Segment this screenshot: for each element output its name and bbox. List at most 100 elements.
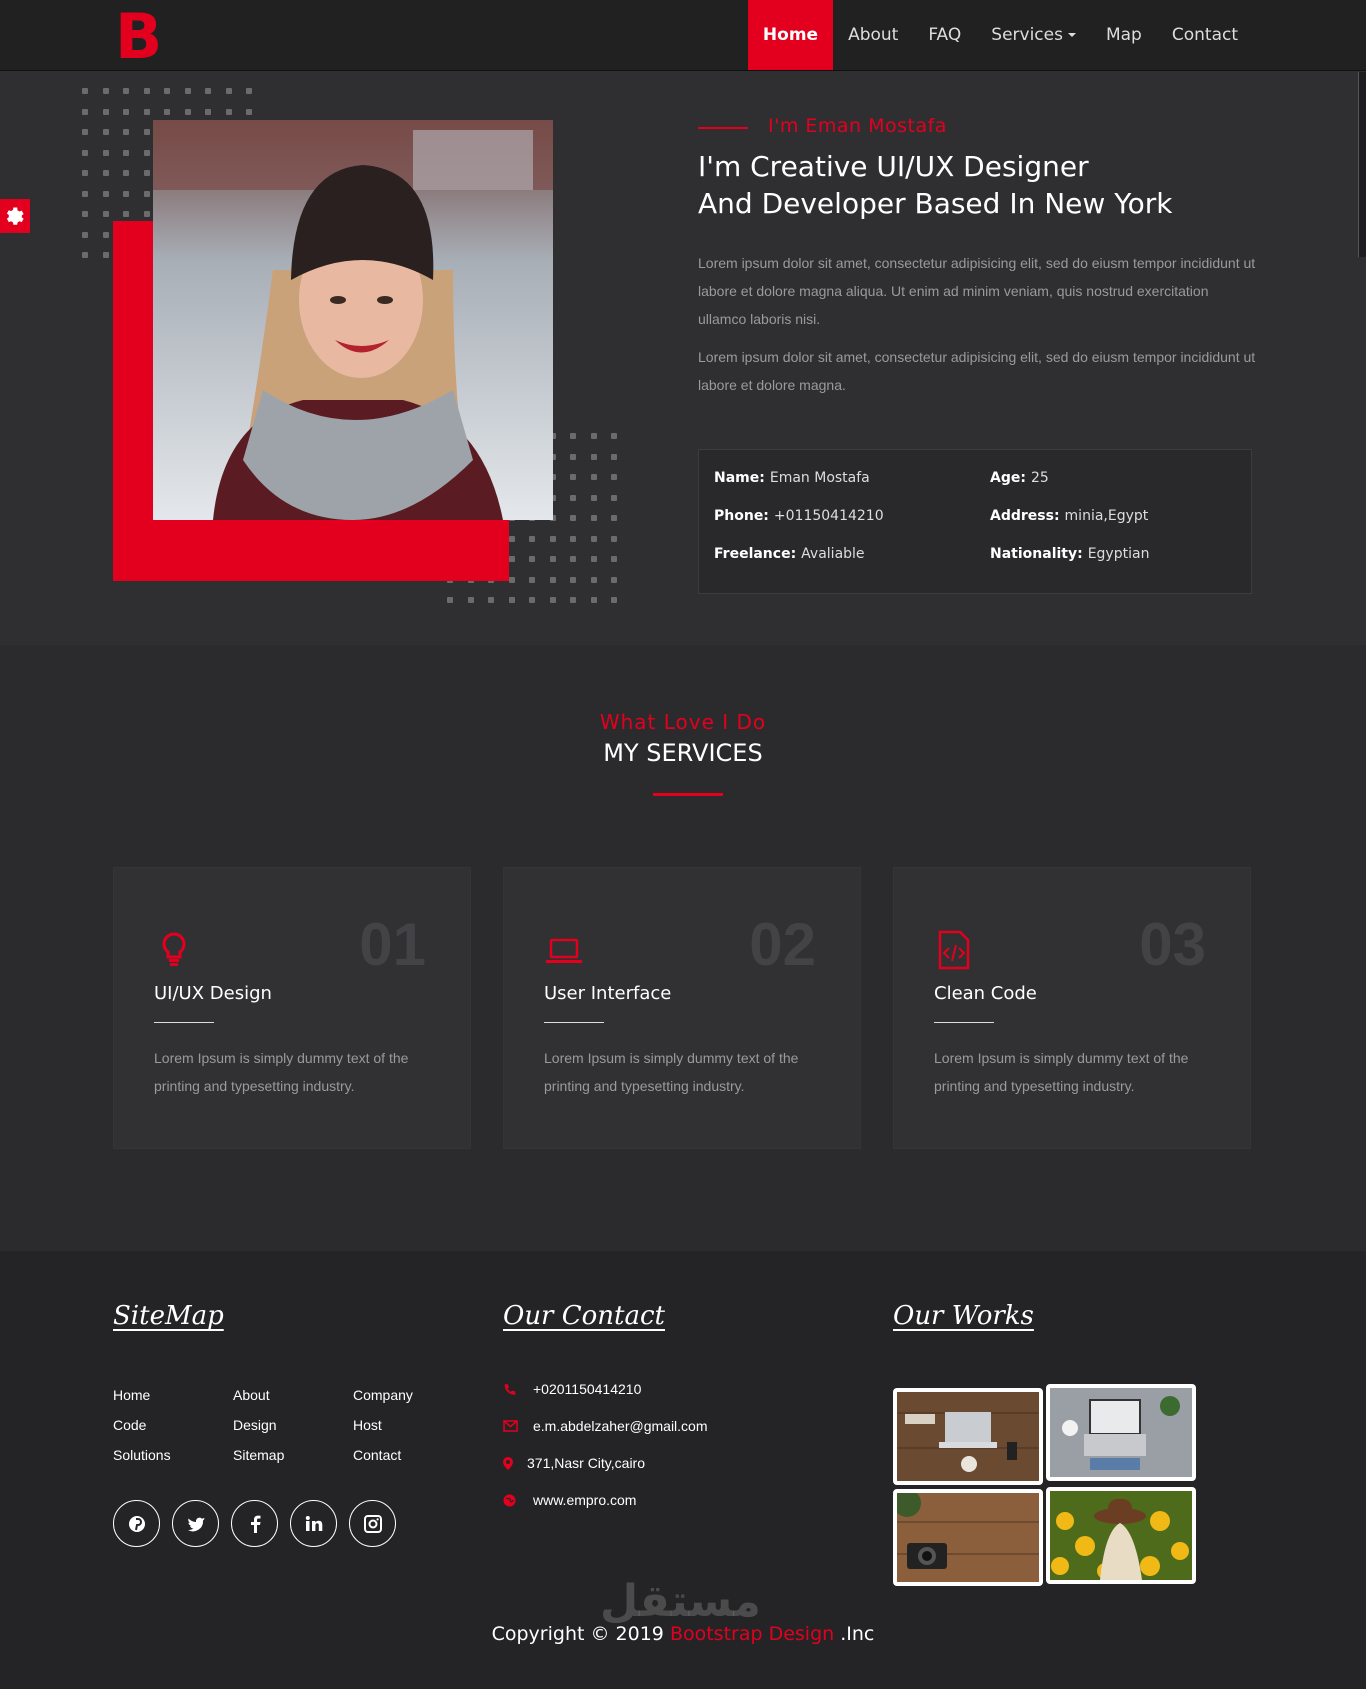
- service-divider: [934, 1022, 994, 1023]
- navbar: B Home About FAQ Services Map Contact: [0, 0, 1366, 71]
- decor-dot: [102, 170, 109, 176]
- decor-dot: [82, 190, 88, 197]
- service-card[interactable]: 01 UI/UX Design Lorem Ipsum is simply du…: [113, 867, 471, 1149]
- decor-dot: [611, 535, 617, 542]
- settings-toggle[interactable]: [0, 199, 30, 233]
- decor-dot: [570, 433, 576, 439]
- twitter-icon[interactable]: [172, 1500, 219, 1547]
- service-description: Lorem Ipsum is simply dummy text of the …: [934, 1050, 1189, 1094]
- footer-contact-title: Our Contact: [503, 1301, 666, 1331]
- contact-address-value: 371,Nasr City,cairo: [527, 1455, 646, 1471]
- decor-dot: [590, 494, 597, 501]
- scrollbar[interactable]: [1358, 72, 1366, 257]
- contact-address: 371,Nasr City,cairo: [503, 1455, 645, 1471]
- linkedin-icon[interactable]: [290, 1500, 337, 1547]
- watermark: مستقل: [600, 1576, 761, 1627]
- sitemap-link-solutions[interactable]: Solutions: [113, 1446, 233, 1465]
- decor-dot: [549, 597, 556, 603]
- work-thumbnail[interactable]: [1046, 1384, 1196, 1481]
- services-title-bar: [653, 793, 723, 796]
- hero-title: I'm Creative UI/UX Designer And Develope…: [698, 148, 1318, 222]
- decor-dot: [590, 515, 597, 521]
- services-title: MY SERVICES: [603, 739, 763, 767]
- nav-about[interactable]: About: [833, 0, 913, 70]
- facebook-icon[interactable]: [231, 1500, 278, 1547]
- info-nationality: Nationality: Egyptian: [990, 546, 1149, 562]
- decor-dot: [102, 231, 109, 238]
- decor-dot: [529, 535, 535, 542]
- work-thumbnail[interactable]: [1046, 1487, 1196, 1584]
- instagram-icon[interactable]: [349, 1500, 396, 1547]
- decor-dot: [123, 149, 129, 156]
- decor-dot: [123, 170, 129, 176]
- hero-title-line2: And Developer Based In New York: [698, 187, 1173, 220]
- brand-logo[interactable]: B: [115, 6, 162, 68]
- decor-dot: [570, 474, 576, 480]
- decor-dot: [102, 129, 109, 135]
- page: B Home About FAQ Services Map Contact I'…: [0, 0, 1366, 1689]
- laptop-icon: [546, 938, 582, 963]
- hero-paragraph-2: Lorem ipsum dolor sit amet, consectetur …: [698, 349, 1256, 393]
- decor-dot: [184, 108, 191, 115]
- decor-dot: [590, 576, 597, 583]
- intro-name: I'm Eman Mostafa: [768, 115, 947, 137]
- info-name: Name: Eman Mostafa: [714, 470, 870, 486]
- service-card[interactable]: 02 User Interface Lorem Ipsum is simply …: [503, 867, 861, 1149]
- nav-services[interactable]: Services: [976, 0, 1091, 70]
- decor-dot: [611, 597, 617, 603]
- decor-dot: [82, 231, 88, 238]
- footer-works-title: Our Works: [893, 1301, 1034, 1331]
- decor-dot: [570, 453, 576, 460]
- sitemap-link-code[interactable]: Code: [113, 1416, 233, 1435]
- decor-dot: [123, 88, 129, 94]
- nav-services-label: Services: [991, 25, 1063, 45]
- decor-dot: [508, 597, 515, 603]
- phone-icon: [504, 1383, 516, 1395]
- decor-dot: [102, 88, 109, 94]
- service-card[interactable]: 03 Clean Code Lorem Ipsum is simply dumm…: [893, 867, 1251, 1149]
- decor-dot: [570, 515, 576, 521]
- contact-email-value[interactable]: e.m.abdelzaher@gmail.com: [533, 1418, 708, 1434]
- pinterest-icon[interactable]: [113, 1500, 160, 1547]
- sitemap-link-home[interactable]: Home: [113, 1386, 233, 1405]
- info-age-label: Age:: [990, 470, 1026, 486]
- contact-website-value[interactable]: www.empro.com: [533, 1492, 636, 1508]
- decor-dot: [82, 149, 88, 156]
- sitemap-link-sitemap[interactable]: Sitemap: [233, 1446, 353, 1465]
- decor-dot: [611, 433, 617, 439]
- decor-dot: [184, 88, 191, 94]
- info-freelance-value: Avaliable: [801, 546, 865, 562]
- work-thumbnail[interactable]: [893, 1388, 1043, 1485]
- nav-home[interactable]: Home: [747, 0, 834, 70]
- map-marker-icon: [503, 1456, 513, 1470]
- decor-dot: [611, 453, 617, 460]
- sitemap-link-contact[interactable]: Contact: [353, 1446, 473, 1465]
- decor-dot: [82, 129, 88, 135]
- hero-title-line1: I'm Creative UI/UX Designer: [698, 150, 1089, 183]
- sitemap-link-about[interactable]: About: [233, 1386, 353, 1405]
- decor-dot: [447, 597, 453, 603]
- footer-sitemap-title: SiteMap: [113, 1301, 224, 1331]
- sitemap-link-design[interactable]: Design: [233, 1416, 353, 1435]
- service-number: 01: [359, 911, 426, 978]
- info-age: Age: 25: [990, 470, 1049, 486]
- decor-dot: [611, 515, 617, 521]
- decor-dot: [246, 108, 252, 115]
- service-title: Clean Code: [934, 983, 1037, 1004]
- decor-dot: [102, 108, 109, 115]
- nav-faq[interactable]: FAQ: [913, 0, 976, 70]
- sitemap-link-host[interactable]: Host: [353, 1416, 473, 1435]
- info-nationality-value: Egyptian: [1087, 546, 1150, 562]
- contact-phone-value[interactable]: +0201150414210: [533, 1381, 641, 1397]
- decor-dot: [508, 576, 515, 583]
- copyright: Copyright © 2019 Bootstrap Design .Inc: [0, 1623, 1366, 1645]
- nav-map[interactable]: Map: [1091, 0, 1157, 70]
- decor-dot: [570, 576, 576, 583]
- decor-dot: [508, 535, 515, 542]
- copyright-brand[interactable]: Bootstrap Design: [670, 1623, 834, 1645]
- work-thumbnail[interactable]: [893, 1489, 1043, 1586]
- sitemap-link-company[interactable]: Company: [353, 1386, 473, 1405]
- info-nationality-label: Nationality:: [990, 546, 1083, 562]
- nav-contact[interactable]: Contact: [1157, 0, 1253, 70]
- globe-icon: [503, 1494, 516, 1506]
